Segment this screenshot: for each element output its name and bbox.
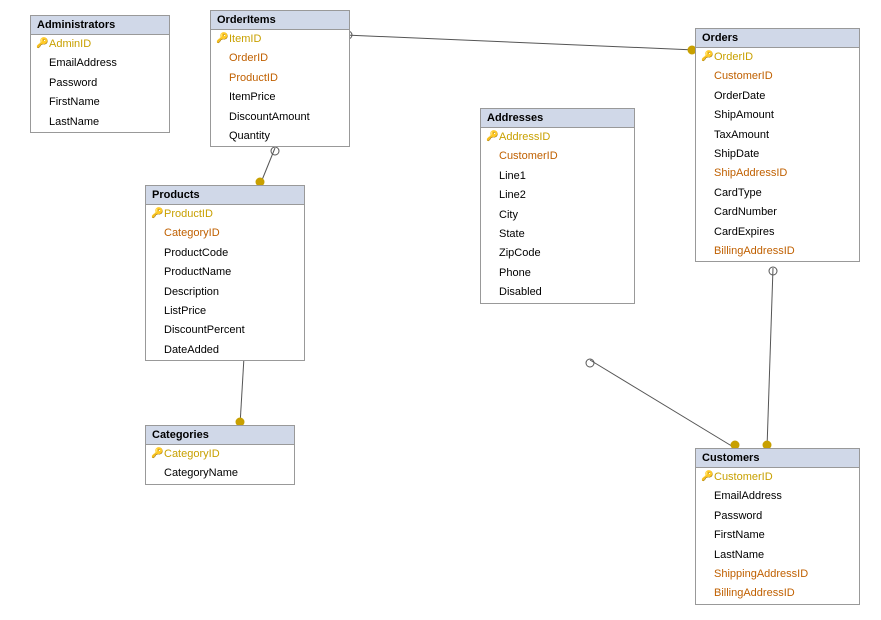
field-orderid-pk: 🔑OrderID <box>696 48 859 67</box>
field-adminid: 🔑AdminID <box>31 35 169 54</box>
table-addresses[interactable]: Addresses 🔑AddressID CustomerID Line1 Li… <box>480 108 635 304</box>
field-cardexpires: CardExpires <box>696 223 859 242</box>
field-line2: Line2 <box>481 186 634 205</box>
field-emailaddress: EmailAddress <box>31 54 169 73</box>
table-administrators[interactable]: Administrators 🔑AdminID EmailAddress Pas… <box>30 15 170 133</box>
table-orderitems-header: OrderItems <box>211 11 349 30</box>
table-products[interactable]: Products 🔑ProductID CategoryID ProductCo… <box>145 185 305 361</box>
table-products-header: Products <box>146 186 304 205</box>
field-password-cust: Password <box>696 507 859 526</box>
field-customerid-ord: CustomerID <box>696 67 859 86</box>
table-addresses-header: Addresses <box>481 109 634 128</box>
field-firstname: FirstName <box>31 93 169 112</box>
field-itemid: 🔑ItemID <box>211 30 349 49</box>
table-categories-header: Categories <box>146 426 294 445</box>
table-orders[interactable]: Orders 🔑OrderID CustomerID OrderDate Shi… <box>695 28 860 262</box>
table-customers[interactable]: Customers 🔑CustomerID EmailAddress Passw… <box>695 448 860 605</box>
field-orderdate: OrderDate <box>696 87 859 106</box>
field-addressid: 🔑AddressID <box>481 128 634 147</box>
field-dateadded: DateAdded <box>146 341 304 360</box>
field-discountpercent: DiscountPercent <box>146 321 304 340</box>
field-customerid-addr: CustomerID <box>481 147 634 166</box>
field-billingaddressid-cust: BillingAddressID <box>696 584 859 603</box>
field-shipdate: ShipDate <box>696 145 859 164</box>
table-orders-header: Orders <box>696 29 859 48</box>
field-customerid-pk: 🔑CustomerID <box>696 468 859 487</box>
field-emailaddress-cust: EmailAddress <box>696 487 859 506</box>
field-shipamount: ShipAmount <box>696 106 859 125</box>
field-itemprice: ItemPrice <box>211 88 349 107</box>
field-state: State <box>481 225 634 244</box>
field-cardnumber: CardNumber <box>696 203 859 222</box>
field-productcode: ProductCode <box>146 244 304 263</box>
field-quantity: Quantity <box>211 127 349 146</box>
field-categoryid-pk: 🔑CategoryID <box>146 445 294 464</box>
table-categories[interactable]: Categories 🔑CategoryID CategoryName <box>145 425 295 485</box>
field-line1: Line1 <box>481 167 634 186</box>
table-orderitems[interactable]: OrderItems 🔑ItemID OrderID ProductID Ite… <box>210 10 350 147</box>
diagram-canvas: Administrators 🔑AdminID EmailAddress Pas… <box>0 0 881 620</box>
field-productid: ProductID <box>211 69 349 88</box>
field-shipaddressid: ShipAddressID <box>696 164 859 183</box>
field-disabled: Disabled <box>481 283 634 302</box>
field-cardtype: CardType <box>696 184 859 203</box>
field-zipcode: ZipCode <box>481 244 634 263</box>
field-categoryid: CategoryID <box>146 224 304 243</box>
field-lastname: LastName <box>31 113 169 132</box>
field-categoryname: CategoryName <box>146 464 294 483</box>
field-shippingaddressid: ShippingAddressID <box>696 565 859 584</box>
field-password: Password <box>31 74 169 93</box>
field-discountamount: DiscountAmount <box>211 108 349 127</box>
field-description: Description <box>146 283 304 302</box>
table-customers-header: Customers <box>696 449 859 468</box>
field-orderid: OrderID <box>211 49 349 68</box>
field-taxamount: TaxAmount <box>696 126 859 145</box>
field-firstname-cust: FirstName <box>696 526 859 545</box>
field-listprice: ListPrice <box>146 302 304 321</box>
field-city: City <box>481 206 634 225</box>
field-lastname-cust: LastName <box>696 546 859 565</box>
table-administrators-header: Administrators <box>31 16 169 35</box>
field-phone: Phone <box>481 264 634 283</box>
field-productname: ProductName <box>146 263 304 282</box>
field-productid: 🔑ProductID <box>146 205 304 224</box>
field-billingaddressid-ord: BillingAddressID <box>696 242 859 261</box>
